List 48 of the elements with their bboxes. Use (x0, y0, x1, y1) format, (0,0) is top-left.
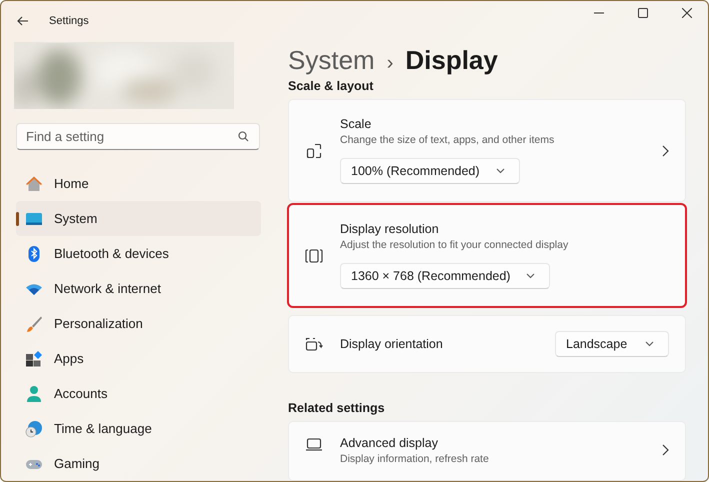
dropdown[interactable]: Landscape (555, 331, 669, 357)
globe-clock-icon (25, 420, 43, 438)
setting-row[interactable]: Display orientation Landscape (288, 315, 686, 373)
nav-item[interactable]: Home (16, 166, 261, 201)
brush-icon (25, 314, 43, 332)
nav-item[interactable]: Personalization (16, 306, 261, 341)
resolution-icon (305, 248, 323, 264)
setting-description: Adjust the resolution to fit your connected display (340, 239, 570, 251)
section-heading: Scale & layout (288, 79, 374, 95)
maximize-icon[interactable] (638, 8, 648, 18)
rotate-screen-icon (305, 336, 323, 352)
nav-item[interactable]: Apps (16, 341, 261, 376)
setting-title: Advanced display (340, 436, 439, 450)
chevron-down-icon (526, 273, 536, 279)
person-icon (25, 384, 43, 402)
setting-title: Scale (340, 117, 372, 131)
nav-item[interactable]: Gaming (16, 446, 261, 481)
chevron-down-icon (496, 168, 505, 174)
breadcrumb-separator: › (386, 52, 394, 76)
setting-description: Change the size of text, apps, and other items (340, 134, 556, 146)
nav-item[interactable]: Network & internet (16, 271, 261, 306)
search-field[interactable]: Find a setting (16, 123, 260, 150)
chevron-right-icon[interactable] (662, 144, 669, 156)
apps-icon (25, 350, 43, 368)
nav-item[interactable]: Accounts (16, 376, 261, 411)
setting-title: Display resolution (340, 222, 440, 236)
chevron-down-icon (645, 341, 654, 347)
setting-row[interactable]: Display resolution Adjust the resolution to fit your connected display 1360 × 768 (Recommended) (288, 204, 686, 307)
setting-row[interactable]: Advanced display Display information, refresh rate (288, 421, 686, 481)
window-title: Settings (49, 15, 89, 28)
back-icon[interactable] (17, 16, 29, 26)
nav-item[interactable]: Bluetooth & devices (16, 236, 261, 271)
dropdown[interactable]: 1360 × 768 (Recommended) (340, 263, 550, 289)
setting-title: Display orientation (340, 337, 444, 351)
close-icon[interactable] (682, 8, 692, 18)
nav-item[interactable]: System (16, 201, 261, 236)
section-heading: Related settings (288, 401, 386, 417)
search-icon (238, 131, 249, 142)
setting-description: Display information, refresh rate (340, 453, 490, 465)
laptop-icon (305, 436, 323, 452)
chevron-right-icon[interactable] (662, 444, 669, 456)
dropdown[interactable]: 100% (Recommended) (340, 158, 520, 184)
page-title: Display (405, 45, 498, 76)
setting-row[interactable]: Scale Change the size of text, apps, and other items 100% (Recommended) (288, 99, 686, 202)
scale-icon (305, 142, 323, 158)
nav-item[interactable]: Time & language (16, 411, 261, 446)
house-icon (25, 174, 43, 192)
breadcrumb-link[interactable]: System (288, 45, 375, 76)
